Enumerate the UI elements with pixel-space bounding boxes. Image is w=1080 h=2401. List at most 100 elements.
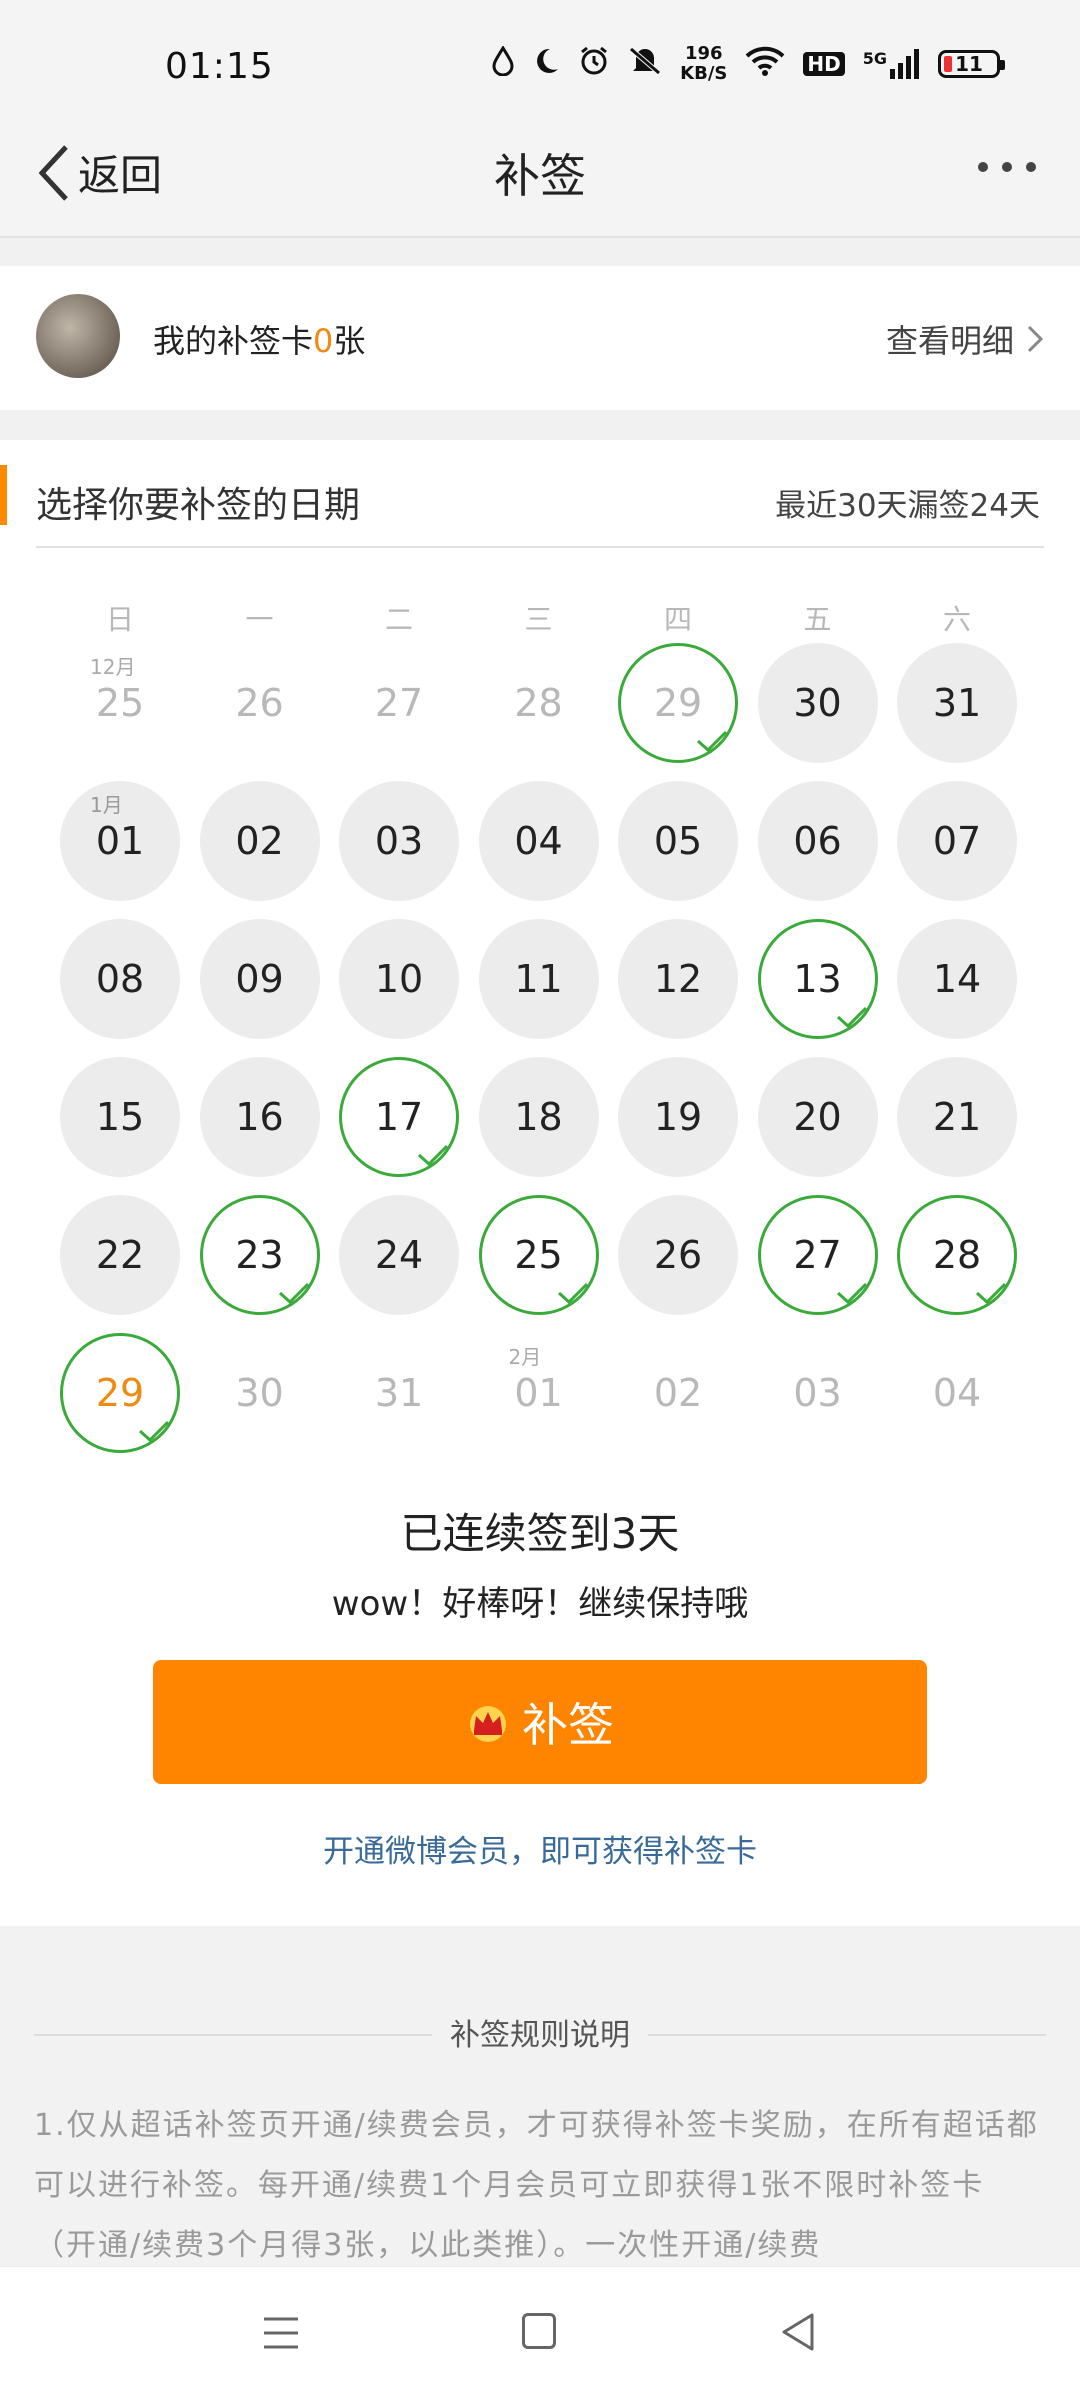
calendar-day[interactable]: 05 — [618, 781, 738, 901]
calendar-day[interactable]: 20 — [757, 1057, 878, 1177]
day-number: 18 — [514, 1095, 563, 1139]
view-details-link[interactable]: 查看明细 — [886, 316, 1044, 362]
makeup-sign-label: 补签 — [522, 1698, 614, 1752]
month-label: 2月 — [508, 1345, 542, 1369]
calendar-day[interactable]: 15 — [60, 1057, 180, 1177]
check-icon — [278, 1282, 309, 1305]
calendar-day[interactable]: 04 — [478, 781, 599, 901]
net-speed-unit: KB/S — [680, 63, 728, 84]
divider-band — [0, 410, 1080, 440]
day-number: 17 — [374, 1095, 424, 1139]
day-number: 26 — [653, 1233, 703, 1277]
weekday-header: 日一二三四五六 — [0, 598, 1080, 638]
streak-text: 已连续签到3天 — [400, 1509, 680, 1558]
day-number: 16 — [235, 1095, 284, 1139]
day-number: 20 — [793, 1095, 842, 1139]
calendar-day[interactable]: 30 — [757, 643, 878, 763]
calendar-day[interactable]: 09 — [199, 919, 320, 1039]
calendar-day[interactable]: 26 — [618, 1195, 738, 1315]
day-number: 27 — [793, 1233, 842, 1277]
day-number: 03 — [374, 819, 424, 863]
net-speed: 196 KB/S — [680, 44, 727, 84]
page-title: 补签 — [494, 149, 586, 203]
section-title: 选择你要补签的日期 — [36, 485, 361, 526]
rules-text: 1.仅从超话补签页开通/续费会员，才可获得补签卡奖励，在所有超话都可以进行补签。… — [34, 2108, 1039, 2263]
calendar-day[interactable]: 29 — [618, 643, 738, 763]
weekday-label: 四 — [663, 603, 692, 636]
check-icon — [557, 1282, 588, 1305]
day-number: 26 — [235, 681, 284, 725]
calendar-day[interactable]: 18 — [478, 1057, 599, 1177]
check-icon — [836, 1006, 867, 1029]
day-number: 02 — [235, 819, 284, 863]
calendar-day[interactable]: 16 — [199, 1057, 320, 1177]
day-number: 11 — [514, 957, 563, 1001]
view-details-label: 查看明细 — [885, 322, 1014, 360]
calendar-day[interactable]: 03 — [339, 781, 459, 901]
calendar-day[interactable]: 25 — [478, 1195, 599, 1315]
calendar-day[interactable]: 31 — [897, 643, 1017, 763]
status-icons: 196 KB/S HD 5G 11 — [492, 44, 1005, 84]
calendar-day: 31 — [339, 1333, 459, 1453]
check-icon — [975, 1282, 1007, 1305]
day-number: 04 — [932, 1371, 982, 1415]
weekday-label: 一 — [245, 603, 274, 636]
calendar-day[interactable]: 23 — [199, 1195, 320, 1315]
rules-title-text: 补签规则说明 — [432, 2018, 648, 2053]
home-icon[interactable] — [522, 2313, 556, 2349]
day-number: 30 — [235, 1371, 284, 1415]
net-speed-value: 196 — [684, 43, 723, 64]
calendar-day[interactable]: 27 — [757, 1195, 878, 1315]
calendar-day[interactable]: 19 — [618, 1057, 738, 1177]
day-number: 09 — [235, 957, 284, 1001]
day-number: 27 — [374, 681, 424, 725]
back-triangle-icon[interactable] — [780, 2311, 816, 2353]
calendar-day[interactable]: 12 — [618, 919, 738, 1039]
calendar-day[interactable]: 1月 01 — [60, 781, 180, 901]
wifi-icon — [745, 46, 785, 83]
avatar[interactable] — [36, 294, 120, 378]
check-icon — [696, 730, 728, 753]
calendar-day[interactable]: 14 — [897, 919, 1017, 1039]
menu-icon[interactable] — [262, 2315, 300, 2351]
calendar-day[interactable]: 24 — [339, 1195, 459, 1315]
weekday-label: 六 — [942, 603, 971, 636]
calendar-day[interactable]: 22 — [60, 1195, 180, 1315]
makeup-sign-button[interactable]: 补签 — [153, 1660, 927, 1784]
more-button[interactable] — [978, 162, 1036, 172]
calendar-day[interactable]: 13 — [757, 919, 878, 1039]
calendar-day[interactable]: 02 — [199, 781, 320, 901]
calendar-day[interactable]: 11 — [478, 919, 599, 1039]
calendar-day[interactable]: 17 — [339, 1057, 459, 1177]
chevron-right-icon — [1027, 325, 1044, 353]
calendar-day: 26 — [200, 643, 320, 763]
day-number: 14 — [932, 957, 982, 1001]
battery-icon: 11 — [938, 50, 1005, 78]
day-number: 13 — [793, 957, 842, 1001]
calendar-day[interactable]: 06 — [757, 781, 878, 901]
card-suffix: 张 — [333, 322, 366, 360]
day-number: 01 — [514, 1371, 563, 1415]
calendar-day[interactable]: 21 — [897, 1057, 1017, 1177]
calendar-day: 02 — [618, 1333, 738, 1453]
more-dot-icon — [1002, 162, 1012, 172]
mute-icon — [628, 46, 662, 83]
day-number: 25 — [514, 1233, 563, 1277]
vip-link[interactable]: 开通微博会员，即可获得补签卡 — [0, 1826, 1080, 1871]
calendar-day[interactable]: 29 — [60, 1333, 180, 1453]
check-icon — [138, 1420, 170, 1443]
weekday-label: 日 — [105, 603, 134, 636]
calendar-day[interactable]: 07 — [897, 781, 1017, 901]
calendar-day[interactable]: 10 — [339, 919, 459, 1039]
makeup-card-count: 我的补签卡0张 — [153, 316, 365, 362]
divider — [36, 546, 1044, 548]
day-number: 07 — [932, 819, 982, 863]
day-number: 30 — [793, 681, 842, 725]
calendar-day[interactable]: 08 — [60, 919, 180, 1039]
weekday-label: 二 — [384, 603, 413, 636]
rules-title: 补签规则说明 — [0, 2010, 1080, 2054]
cheer-text: wow！好棒呀！继续保持哦 — [331, 1584, 749, 1624]
day-number: 05 — [653, 819, 703, 863]
calendar-day: 30 — [200, 1333, 320, 1453]
calendar-day[interactable]: 28 — [897, 1195, 1017, 1315]
